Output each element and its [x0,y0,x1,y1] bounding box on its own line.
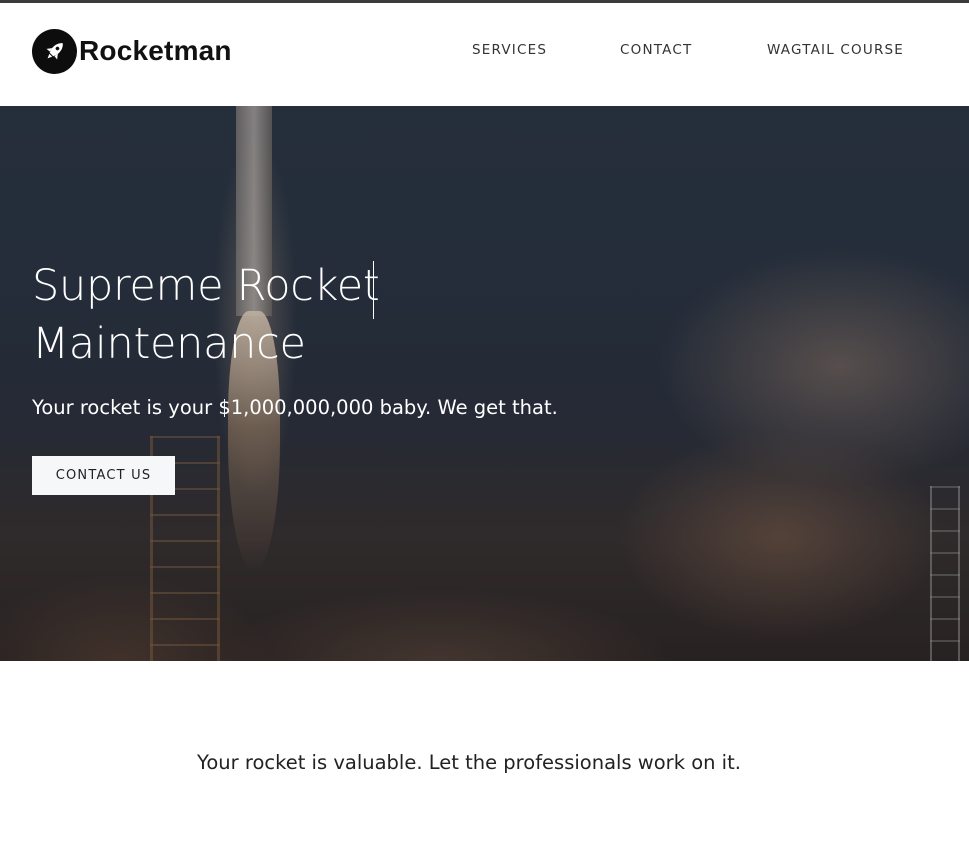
nav-link-wagtail-course[interactable]: WAGTAIL COURSE [767,41,904,59]
contact-us-button[interactable]: CONTACT US [32,456,175,495]
hero-section: Supreme Rocket Maintenance Your rocket i… [0,106,969,661]
nav-link-contact[interactable]: CONTACT [620,41,692,59]
site-header: Rocketman SERVICES CONTACT WAGTAIL COURS… [0,3,969,106]
hero-overlay [0,106,969,661]
hero-title: Supreme Rocket Maintenance [32,261,380,369]
text-cursor [373,261,374,319]
intro-tagline: Your rocket is valuable. Let the profess… [197,751,741,774]
main-nav: SERVICES CONTACT WAGTAIL COURSE [0,41,969,61]
hero-subtitle: Your rocket is your $1,000,000,000 baby.… [32,396,558,419]
nav-link-services[interactable]: SERVICES [472,41,547,59]
